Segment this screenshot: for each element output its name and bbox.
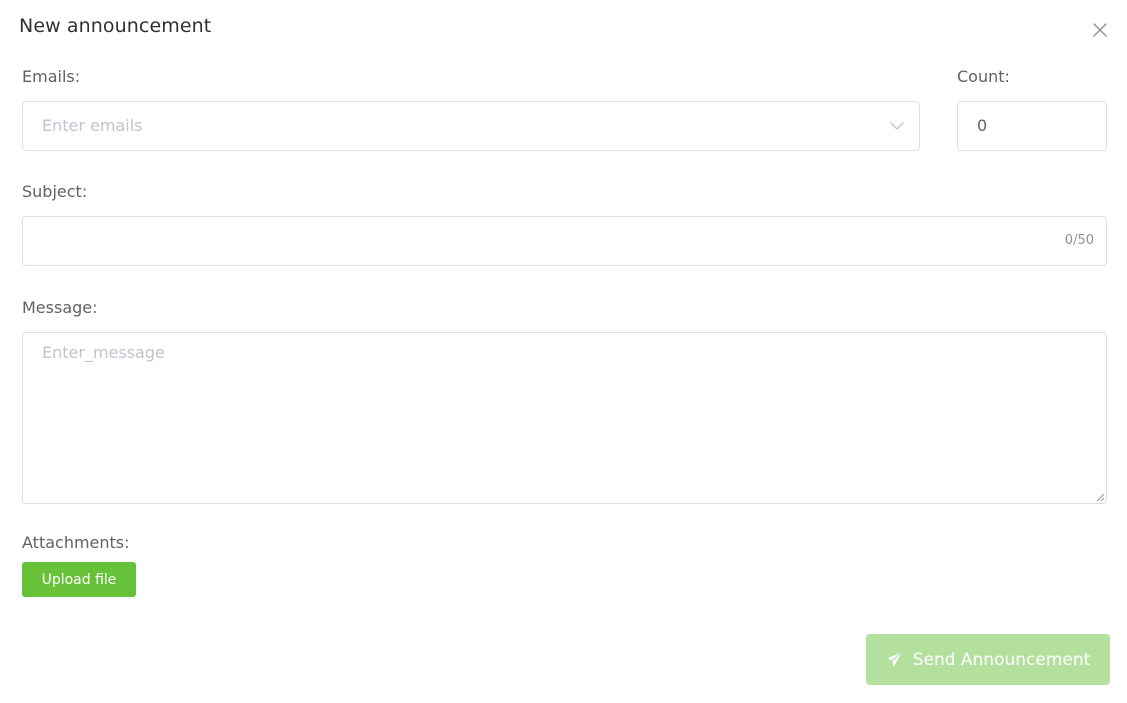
emails-select[interactable]: Enter emails	[22, 101, 920, 151]
chevron-down-icon	[890, 122, 904, 130]
close-button[interactable]	[1088, 18, 1112, 42]
dialog-title: New announcement	[19, 15, 212, 37]
send-announcement-button[interactable]: Send Announcement	[866, 634, 1110, 685]
count-label: Count:	[957, 67, 1010, 86]
message-placeholder: Enter_message	[42, 343, 165, 362]
subject-input[interactable]: 0/50	[22, 216, 1107, 266]
new-announcement-dialog: New announcement Emails: Enter emails Co…	[0, 0, 1127, 703]
close-icon	[1093, 23, 1107, 37]
count-value: 0	[977, 116, 988, 135]
paper-plane-icon	[886, 651, 903, 667]
emails-placeholder: Enter emails	[42, 116, 143, 135]
resize-handle-icon[interactable]	[1095, 492, 1105, 502]
message-textarea[interactable]: Enter_message	[22, 332, 1107, 504]
subject-label: Subject:	[22, 182, 88, 201]
count-input[interactable]: 0	[957, 101, 1107, 151]
attachments-label: Attachments:	[22, 533, 130, 552]
message-label: Message:	[22, 298, 98, 317]
emails-label: Emails:	[22, 67, 81, 86]
upload-file-button[interactable]: Upload file	[22, 562, 136, 597]
subject-char-counter: 0/50	[1064, 233, 1094, 248]
send-announcement-label: Send Announcement	[912, 649, 1091, 670]
